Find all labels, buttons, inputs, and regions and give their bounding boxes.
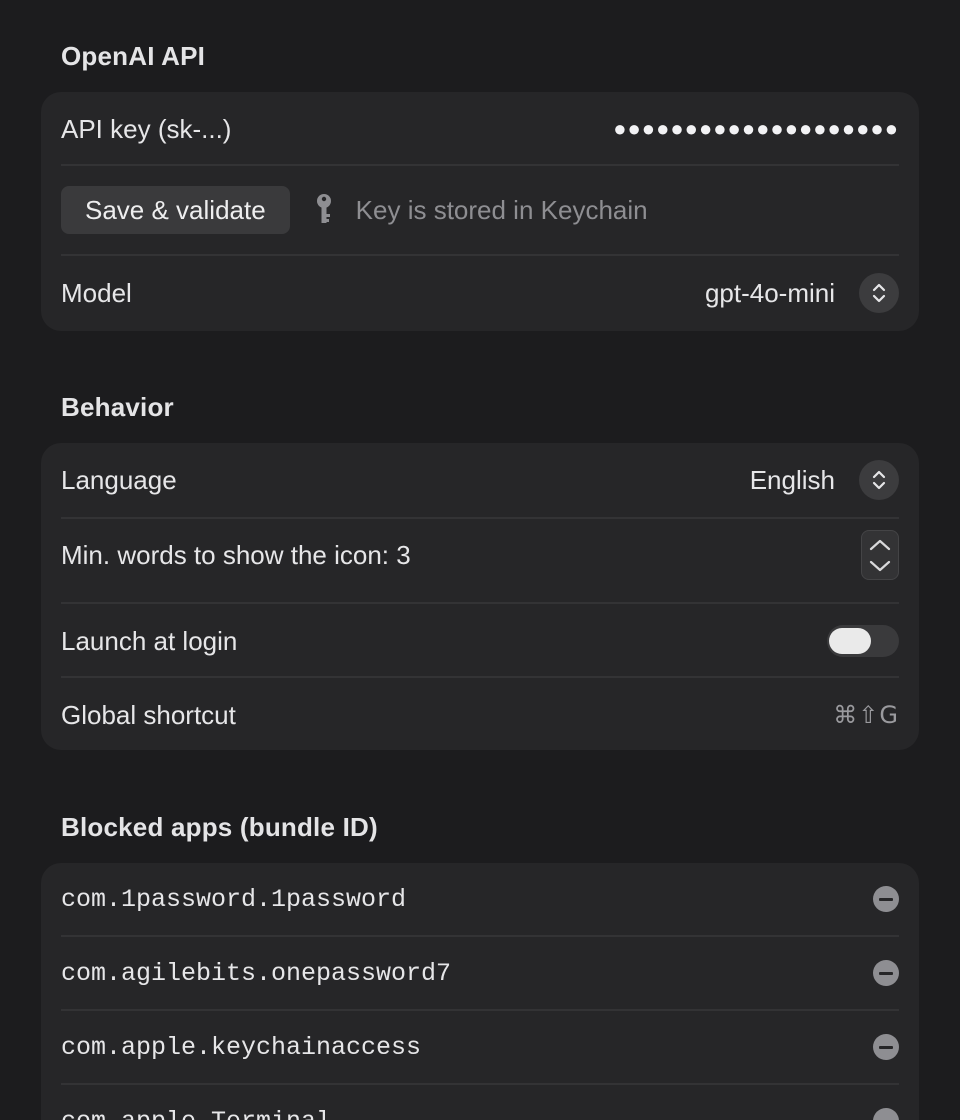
divider bbox=[61, 676, 899, 678]
launch-label: Launch at login bbox=[61, 625, 238, 656]
bundle-id: com.1password.1password bbox=[61, 884, 407, 914]
divider bbox=[61, 935, 899, 937]
settings-page: OpenAI API API key (sk-...) ●●●●●●●●●●●●… bbox=[0, 0, 960, 1120]
language-label: Language bbox=[61, 464, 177, 495]
openai-card: API key (sk-...) ●●●●●●●●●●●●●●●●●●●● Sa… bbox=[41, 92, 919, 331]
model-popup-button[interactable] bbox=[859, 273, 899, 313]
shortcut-row: Global shortcut ⌘⇧G bbox=[61, 695, 899, 735]
divider bbox=[61, 164, 899, 166]
remove-app-button[interactable] bbox=[873, 886, 899, 912]
behavior-section-title: Behavior bbox=[61, 392, 174, 422]
toggle-knob bbox=[829, 628, 871, 654]
list-item: com.apple.Terminal bbox=[61, 1101, 899, 1120]
remove-app-button[interactable] bbox=[873, 1034, 899, 1060]
blocked-section-title: Blocked apps (bundle ID) bbox=[61, 812, 378, 842]
list-item: com.agilebits.onepassword7 bbox=[61, 953, 899, 993]
api-key-label: API key (sk-...) bbox=[61, 113, 232, 144]
chevron-up-icon bbox=[869, 539, 891, 550]
bundle-id: com.apple.Terminal bbox=[61, 1107, 331, 1120]
model-label: Model bbox=[61, 277, 132, 308]
key-icon bbox=[312, 190, 336, 230]
api-key-field[interactable]: ●●●●●●●●●●●●●●●●●●●● bbox=[613, 116, 899, 142]
save-validate-button[interactable]: Save & validate bbox=[61, 186, 290, 234]
remove-app-button[interactable] bbox=[873, 1108, 899, 1120]
stepper-increment[interactable] bbox=[861, 534, 899, 555]
shortcut-label: Global shortcut bbox=[61, 699, 236, 730]
minus-icon bbox=[879, 1045, 893, 1049]
min-words-stepper[interactable] bbox=[861, 530, 899, 580]
minus-icon bbox=[879, 897, 893, 901]
bundle-id: com.agilebits.onepassword7 bbox=[61, 958, 452, 988]
model-value[interactable]: gpt-4o-mini bbox=[705, 278, 835, 309]
min-words-label: Min. words to show the icon: 3 bbox=[61, 539, 411, 570]
chevron-up-down-icon bbox=[872, 283, 886, 303]
api-key-row: API key (sk-...) ●●●●●●●●●●●●●●●●●●●● bbox=[61, 106, 899, 152]
divider bbox=[61, 1009, 899, 1011]
launch-at-login-toggle[interactable] bbox=[827, 625, 899, 657]
divider bbox=[61, 254, 899, 256]
openai-section-title: OpenAI API bbox=[61, 41, 206, 71]
save-row: Save & validate Key is stored in Keychai… bbox=[61, 186, 899, 234]
divider bbox=[61, 517, 899, 519]
minus-icon bbox=[879, 971, 893, 975]
shortcut-recorder[interactable]: ⌘⇧G bbox=[833, 701, 899, 729]
model-row: Model gpt-4o-mini bbox=[61, 272, 899, 314]
list-item: com.apple.keychainaccess bbox=[61, 1027, 899, 1067]
behavior-card: Language English Min. words to show the … bbox=[41, 443, 919, 750]
min-words-row: Min. words to show the icon: 3 bbox=[61, 530, 899, 580]
blocked-apps-card: com.1password.1password com.agilebits.on… bbox=[41, 863, 919, 1120]
list-item: com.1password.1password bbox=[61, 879, 899, 919]
language-row: Language English bbox=[61, 459, 899, 501]
launch-row: Launch at login bbox=[61, 621, 899, 661]
chevron-down-icon bbox=[869, 560, 891, 571]
divider bbox=[61, 602, 899, 604]
stepper-decrement[interactable] bbox=[861, 555, 899, 576]
language-popup-button[interactable] bbox=[859, 460, 899, 500]
keychain-hint: Key is stored in Keychain bbox=[355, 194, 648, 225]
bundle-id: com.apple.keychainaccess bbox=[61, 1032, 422, 1062]
chevron-up-down-icon bbox=[872, 470, 886, 490]
remove-app-button[interactable] bbox=[873, 960, 899, 986]
language-value[interactable]: English bbox=[750, 465, 835, 496]
divider bbox=[61, 1083, 899, 1085]
